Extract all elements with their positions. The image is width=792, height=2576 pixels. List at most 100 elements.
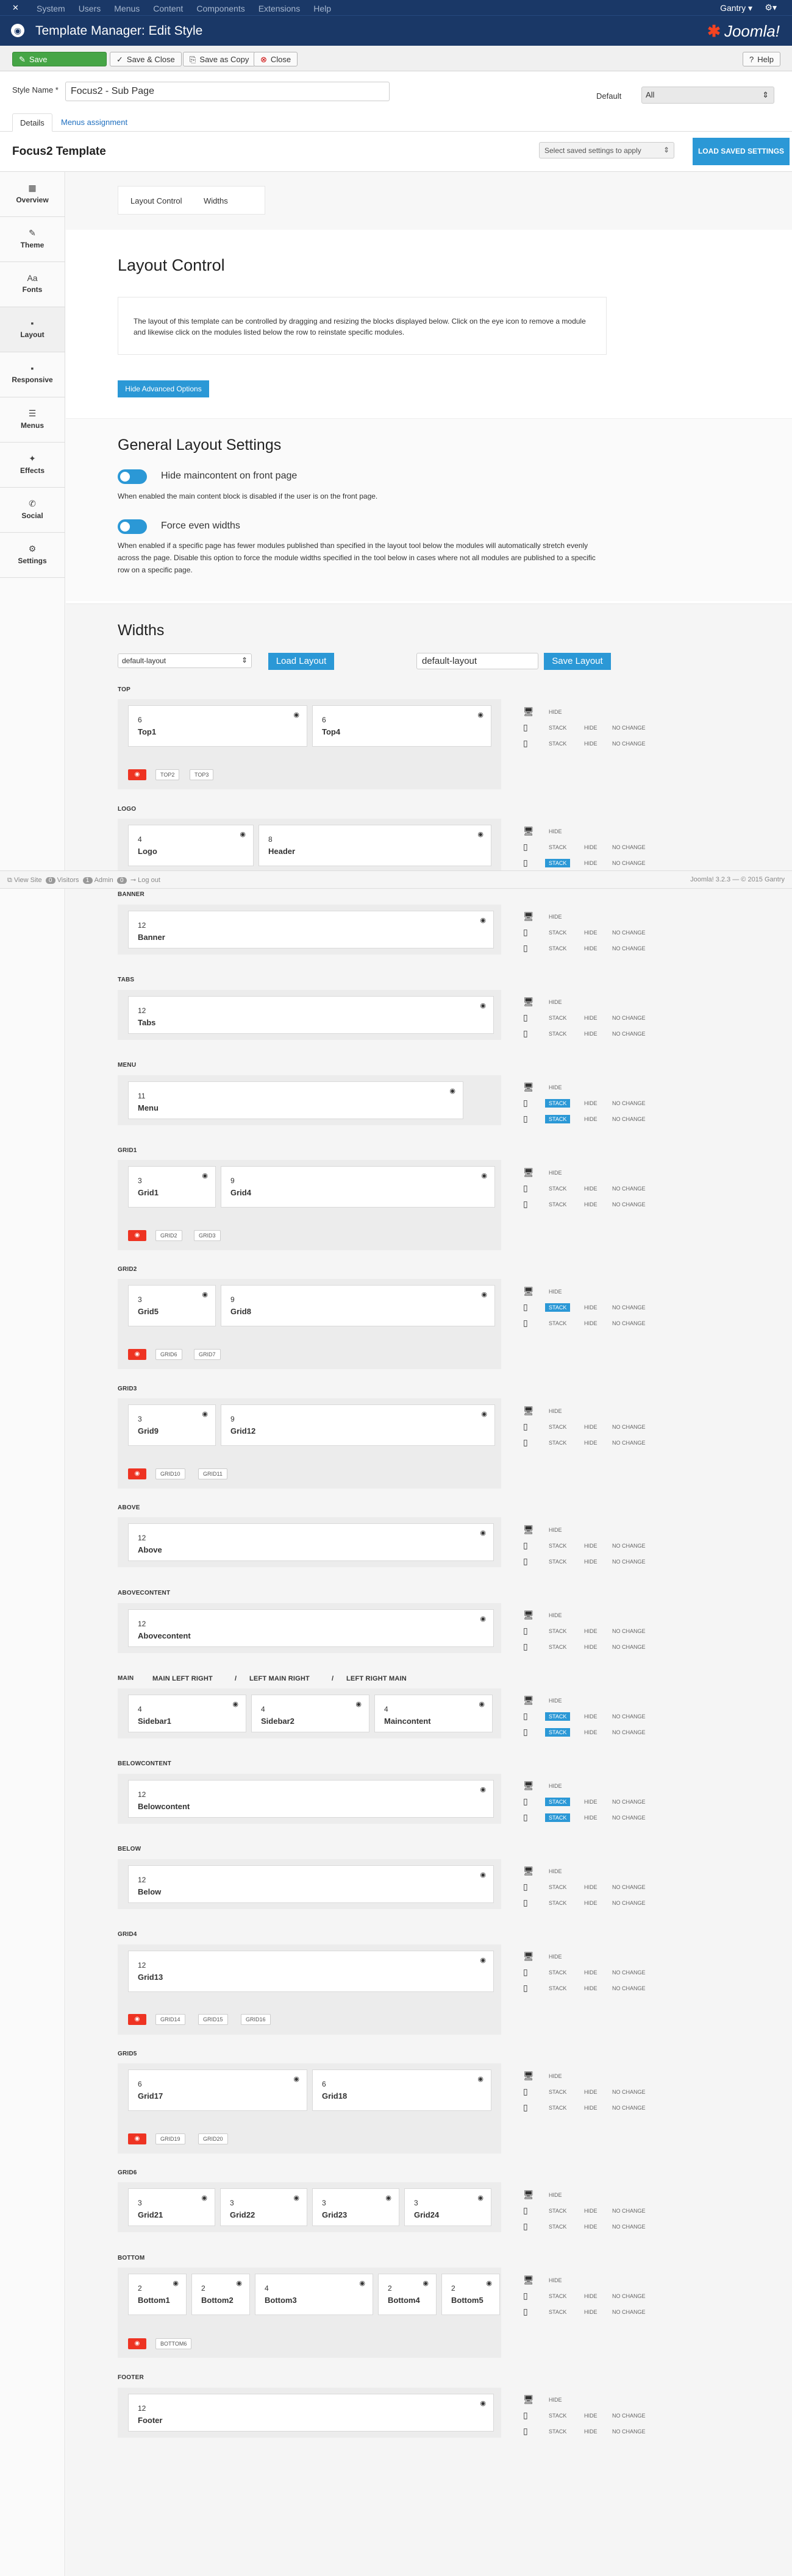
hide-toggle[interactable]: HIDE xyxy=(549,1954,562,1960)
eye-icon[interactable]: ◉ xyxy=(480,1785,486,1793)
eye-icon[interactable]: ◉ xyxy=(201,2194,207,2202)
no-change-toggle[interactable]: NO CHANGE xyxy=(612,2413,646,2419)
main-variant-4[interactable]: LEFT RIGHT MAIN xyxy=(346,1675,407,1682)
eye-icon[interactable]: ◉ xyxy=(173,2279,179,2287)
no-change-toggle[interactable]: NO CHANGE xyxy=(612,1543,646,1549)
no-change-toggle[interactable]: NO CHANGE xyxy=(612,1985,646,1991)
sidebar-item-effects[interactable]: ✦ Effects xyxy=(0,443,65,488)
hide-toggle[interactable]: HIDE xyxy=(549,1698,562,1704)
module-block[interactable]: 4 Logo ◉ xyxy=(128,825,254,866)
module-block[interactable]: 12 Banner ◉ xyxy=(128,911,494,948)
module-block[interactable]: 4 Sidebar1 ◉ xyxy=(128,1695,246,1732)
hide-toggle[interactable]: HIDE xyxy=(584,2089,598,2095)
stack-toggle[interactable]: STACK xyxy=(545,2088,570,2096)
stack-toggle[interactable]: STACK xyxy=(545,1439,570,1447)
hide-toggle[interactable]: HIDE xyxy=(584,1424,598,1430)
menu-extensions[interactable]: Extensions xyxy=(259,4,300,13)
stack-toggle[interactable]: STACK xyxy=(545,843,570,852)
hide-toggle[interactable]: HIDE xyxy=(584,1644,598,1650)
hide-toggle[interactable]: HIDE xyxy=(584,1201,598,1208)
module-block[interactable]: 4 Sidebar2 ◉ xyxy=(251,1695,369,1732)
stack-toggle[interactable]: STACK xyxy=(545,1542,570,1550)
module-block[interactable]: 9 Grid8 ◉ xyxy=(221,1285,495,1326)
hidden-module-pill[interactable]: GRID11 xyxy=(198,1468,227,1479)
no-change-toggle[interactable]: NO CHANGE xyxy=(612,930,646,936)
default-select[interactable]: All ⇕ xyxy=(641,87,774,104)
module-block[interactable]: 12 Below ◉ xyxy=(128,1865,494,1903)
help-button[interactable]: ? Help xyxy=(743,52,780,66)
eye-icon[interactable]: ◉ xyxy=(480,1615,486,1623)
no-change-toggle[interactable]: NO CHANGE xyxy=(612,1320,646,1326)
eye-icon[interactable]: ◉ xyxy=(232,1700,238,1708)
save-close-button[interactable]: ✓ Save & Close xyxy=(110,52,182,66)
hidden-module-pill[interactable]: BOTTOM6 xyxy=(155,2338,192,2349)
stack-toggle[interactable]: STACK xyxy=(545,724,570,732)
hide-toggle[interactable]: HIDE xyxy=(584,1116,598,1122)
hidden-module-pill[interactable]: GRID7 xyxy=(194,1349,221,1360)
stack-toggle[interactable]: STACK xyxy=(545,1883,570,1891)
menu-system[interactable]: System xyxy=(37,4,65,13)
hidden-module-pill[interactable]: GRID19 xyxy=(155,2133,185,2144)
module-block[interactable]: 6 Top1 ◉ xyxy=(128,705,307,747)
no-change-toggle[interactable]: NO CHANGE xyxy=(612,1424,646,1430)
eye-icon[interactable]: ◉ xyxy=(202,1172,208,1179)
style-name-input[interactable]: Focus2 - Sub Page xyxy=(65,82,390,101)
eye-icon[interactable]: ◉ xyxy=(480,1871,486,1879)
eye-icon[interactable]: ◉ xyxy=(480,1002,486,1009)
hide-toggle[interactable]: HIDE xyxy=(584,1729,598,1735)
no-change-toggle[interactable]: NO CHANGE xyxy=(612,1644,646,1650)
layout-select[interactable]: default-layout ⇕ xyxy=(118,653,252,668)
hide-toggle[interactable]: HIDE xyxy=(584,2293,598,2299)
hide-toggle[interactable]: HIDE xyxy=(584,1186,598,1192)
no-change-toggle[interactable]: NO CHANGE xyxy=(612,1713,646,1720)
stack-toggle[interactable]: STACK xyxy=(545,1099,571,1108)
hide-toggle[interactable]: HIDE xyxy=(584,1100,598,1106)
hide-toggle[interactable]: HIDE xyxy=(584,930,598,936)
stack-toggle[interactable]: STACK xyxy=(545,1115,571,1123)
sidebar-item-settings[interactable]: ⚙ Settings xyxy=(0,533,65,578)
module-block[interactable]: 2 Bottom2 ◉ xyxy=(191,2274,250,2315)
hide-toggle[interactable]: HIDE xyxy=(584,1543,598,1549)
eye-icon[interactable]: ◉ xyxy=(355,1700,362,1708)
hide-toggle[interactable]: HIDE xyxy=(584,2309,598,2315)
module-block[interactable]: 12 Tabs ◉ xyxy=(128,996,494,1034)
hide-toggle[interactable]: HIDE xyxy=(549,2397,562,2403)
view-site-link[interactable]: ⧉ View Site xyxy=(7,877,42,884)
hide-toggle[interactable]: HIDE xyxy=(549,828,562,834)
hide-toggle[interactable]: HIDE xyxy=(584,741,598,747)
stack-toggle[interactable]: STACK xyxy=(545,2292,570,2300)
module-block[interactable]: 8 Header ◉ xyxy=(259,825,491,866)
sidebar-item-menus[interactable]: ☰ Menus xyxy=(0,397,65,443)
hide-toggle[interactable]: HIDE xyxy=(549,2277,562,2283)
module-block[interactable]: 12 Footer ◉ xyxy=(128,2394,494,2432)
hide-toggle[interactable]: HIDE xyxy=(584,860,598,866)
stack-toggle[interactable]: STACK xyxy=(545,2308,570,2316)
hide-toggle[interactable]: HIDE xyxy=(584,2413,598,2419)
no-change-toggle[interactable]: NO CHANGE xyxy=(612,1015,646,1021)
stack-toggle[interactable]: STACK xyxy=(545,1728,571,1737)
no-change-toggle[interactable]: NO CHANGE xyxy=(612,860,646,866)
stack-toggle[interactable]: STACK xyxy=(545,1899,570,1907)
eye-icon[interactable]: ◉ xyxy=(240,830,246,838)
eye-icon[interactable]: ◉ xyxy=(480,916,486,924)
eye-icon[interactable]: ◉ xyxy=(236,2279,242,2287)
stack-toggle[interactable]: STACK xyxy=(545,928,570,937)
tab-details[interactable]: Details xyxy=(12,113,52,132)
stack-toggle[interactable]: STACK xyxy=(545,739,570,748)
hide-toggle[interactable]: HIDE xyxy=(549,999,562,1005)
hidden-module-pill[interactable]: GRID6 xyxy=(155,1349,182,1360)
stack-toggle[interactable]: STACK xyxy=(545,1030,570,1038)
eye-icon[interactable]: ◉ xyxy=(293,711,299,719)
eye-icon[interactable]: ◉ xyxy=(202,1290,208,1298)
hide-toggle[interactable]: HIDE xyxy=(584,1628,598,1634)
no-change-toggle[interactable]: NO CHANGE xyxy=(612,2089,646,2095)
hidden-module-pill[interactable]: TOP2 xyxy=(155,769,180,780)
menu-components[interactable]: Components xyxy=(196,4,244,13)
module-block[interactable]: 12 Above ◉ xyxy=(128,1523,494,1561)
eye-icon[interactable]: ◉ xyxy=(477,711,483,719)
subtab-layout-control[interactable]: Layout Control xyxy=(130,196,182,205)
stack-toggle[interactable]: STACK xyxy=(545,944,570,953)
hide-toggle[interactable]: HIDE xyxy=(549,1408,562,1414)
eye-icon[interactable]: ◉ xyxy=(359,2279,365,2287)
eye-icon[interactable]: ◉ xyxy=(481,1290,487,1298)
